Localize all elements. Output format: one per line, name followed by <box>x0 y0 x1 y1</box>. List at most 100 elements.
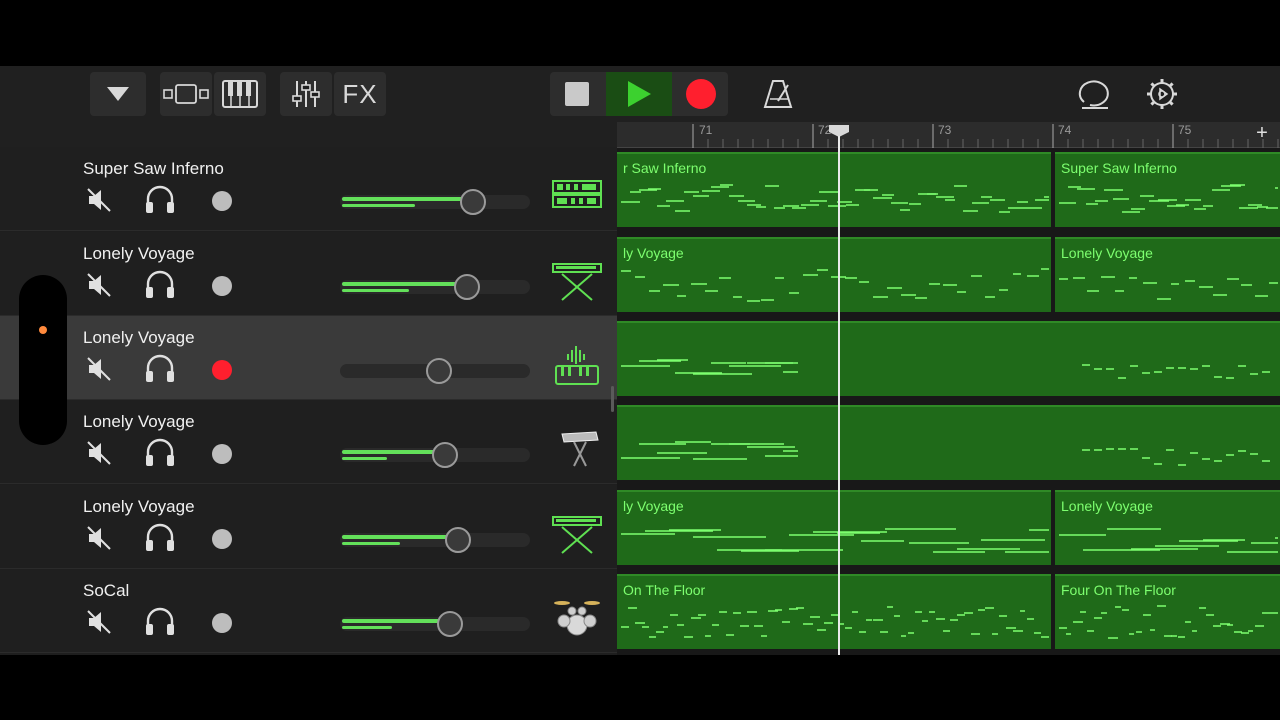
volume-knob[interactable] <box>432 442 458 468</box>
region[interactable]: On The Floor <box>617 574 1051 649</box>
track-name: Lonely Voyage <box>83 497 195 516</box>
region[interactable]: ly Voyage <box>617 490 1051 565</box>
record-enable-button[interactable] <box>212 191 232 211</box>
region[interactable]: r Saw Inferno <box>617 152 1051 227</box>
headphones-icon[interactable] <box>144 438 176 468</box>
volume-knob[interactable] <box>426 358 452 384</box>
scroll-indicator[interactable] <box>611 386 614 412</box>
volume-knob[interactable] <box>460 189 486 215</box>
headphones-icon[interactable] <box>144 523 176 553</box>
play-icon <box>628 81 651 107</box>
mute-icon[interactable] <box>86 609 112 635</box>
record-enable-button[interactable] <box>212 529 232 549</box>
volume-slider[interactable] <box>340 274 530 300</box>
mute-icon[interactable] <box>86 525 112 551</box>
volume-knob[interactable] <box>437 611 463 637</box>
volume-slider[interactable] <box>340 611 530 637</box>
headphones-icon[interactable] <box>144 354 176 384</box>
track-name: Lonely Voyage <box>83 412 195 431</box>
play-button[interactable] <box>606 72 672 116</box>
ruler-label-71: 71 <box>699 123 713 137</box>
gear-icon <box>1147 79 1177 109</box>
volume-level-fill <box>342 535 452 539</box>
region[interactable]: ly Voyage <box>617 237 1051 312</box>
drum-kit-icon[interactable] <box>552 597 602 639</box>
stop-button[interactable] <box>550 72 604 116</box>
region[interactable] <box>617 405 1280 480</box>
volume-knob[interactable] <box>454 274 480 300</box>
stop-icon <box>565 82 589 106</box>
keyboard-button[interactable] <box>214 72 266 116</box>
piano-keys-icon <box>222 80 258 108</box>
metronome-icon <box>763 80 793 108</box>
metronome-button[interactable] <box>752 72 804 116</box>
volume-slider[interactable] <box>340 527 530 553</box>
track-header[interactable]: Lonely Voyage <box>0 316 617 400</box>
synth-stand-icon[interactable] <box>552 428 602 470</box>
mixer-button[interactable] <box>280 72 332 116</box>
add-track-button[interactable]: + <box>1252 122 1272 146</box>
region[interactable]: Super Saw Inferno <box>1055 152 1280 227</box>
track-header[interactable]: Lonely Voyage <box>0 485 617 569</box>
record-enable-button[interactable] <box>212 613 232 633</box>
volume-meter-fill <box>342 457 387 460</box>
record-enable-button[interactable] <box>212 276 232 296</box>
record-enable-button[interactable] <box>212 444 232 464</box>
volume-slider[interactable] <box>340 442 530 468</box>
track-name: Lonely Voyage <box>83 328 195 347</box>
fx-label: FX <box>342 78 378 109</box>
headphones-icon[interactable] <box>144 270 176 300</box>
ruler-label-75: 75 <box>1178 123 1192 137</box>
loop-browser-icon <box>1078 80 1109 109</box>
volume-level-fill <box>342 619 444 623</box>
headers-top-bar <box>0 122 617 148</box>
volume-slider[interactable] <box>340 358 530 384</box>
mute-icon[interactable] <box>86 187 112 213</box>
smart-keyboard-icon[interactable] <box>552 344 602 386</box>
settings-button[interactable] <box>1136 72 1188 116</box>
region[interactable]: Lonely Voyage <box>1055 237 1280 312</box>
track-name: Lonely Voyage <box>83 244 195 263</box>
tracks-view-icon <box>163 84 209 104</box>
headphones-icon[interactable] <box>144 607 176 637</box>
ruler-label-73: 73 <box>938 123 952 137</box>
track-header[interactable]: Super Saw Inferno <box>0 147 617 231</box>
playhead[interactable] <box>838 136 840 655</box>
synth-rack-icon[interactable] <box>552 175 602 217</box>
side-indicator-dot <box>39 326 47 334</box>
loop-browser-button[interactable] <box>1068 72 1120 116</box>
keyboard-stand-icon[interactable] <box>552 260 602 302</box>
track-header[interactable]: Lonely Voyage <box>0 232 617 316</box>
record-icon <box>686 79 716 109</box>
volume-knob[interactable] <box>445 527 471 553</box>
mute-icon[interactable] <box>86 356 112 382</box>
browser-button[interactable] <box>90 72 146 116</box>
volume-meter-fill <box>342 204 415 207</box>
track-name: Super Saw Inferno <box>83 159 224 178</box>
volume-slider[interactable] <box>340 189 530 215</box>
volume-meter-fill <box>342 542 400 545</box>
mixer-sliders-icon <box>292 81 320 107</box>
letterbox-bottom <box>0 655 1280 720</box>
timeline-ruler[interactable]: 71 72 73 74 75 <box>617 122 1280 148</box>
record-button[interactable] <box>674 72 728 116</box>
track-name: SoCal <box>83 581 130 600</box>
region[interactable] <box>617 321 1280 396</box>
letterbox-top <box>0 0 1280 66</box>
ruler-label-74: 74 <box>1058 123 1072 137</box>
region[interactable]: Lonely Voyage <box>1055 490 1280 565</box>
volume-level-fill <box>342 282 461 286</box>
mute-icon[interactable] <box>86 272 112 298</box>
side-handle[interactable] <box>19 275 67 445</box>
headphones-icon[interactable] <box>144 185 176 215</box>
volume-meter-fill <box>342 289 409 292</box>
triangle-down-icon <box>107 87 129 101</box>
track-header[interactable]: SoCal <box>0 569 617 653</box>
track-header[interactable]: Lonely Voyage <box>0 400 617 484</box>
keyboard-stand-icon[interactable] <box>552 513 602 555</box>
tracks-view-button[interactable] <box>160 72 212 116</box>
mute-icon[interactable] <box>86 440 112 466</box>
fx-button[interactable]: FX <box>334 72 386 116</box>
region[interactable]: Four On The Floor <box>1055 574 1280 649</box>
record-enable-button[interactable] <box>212 360 232 380</box>
